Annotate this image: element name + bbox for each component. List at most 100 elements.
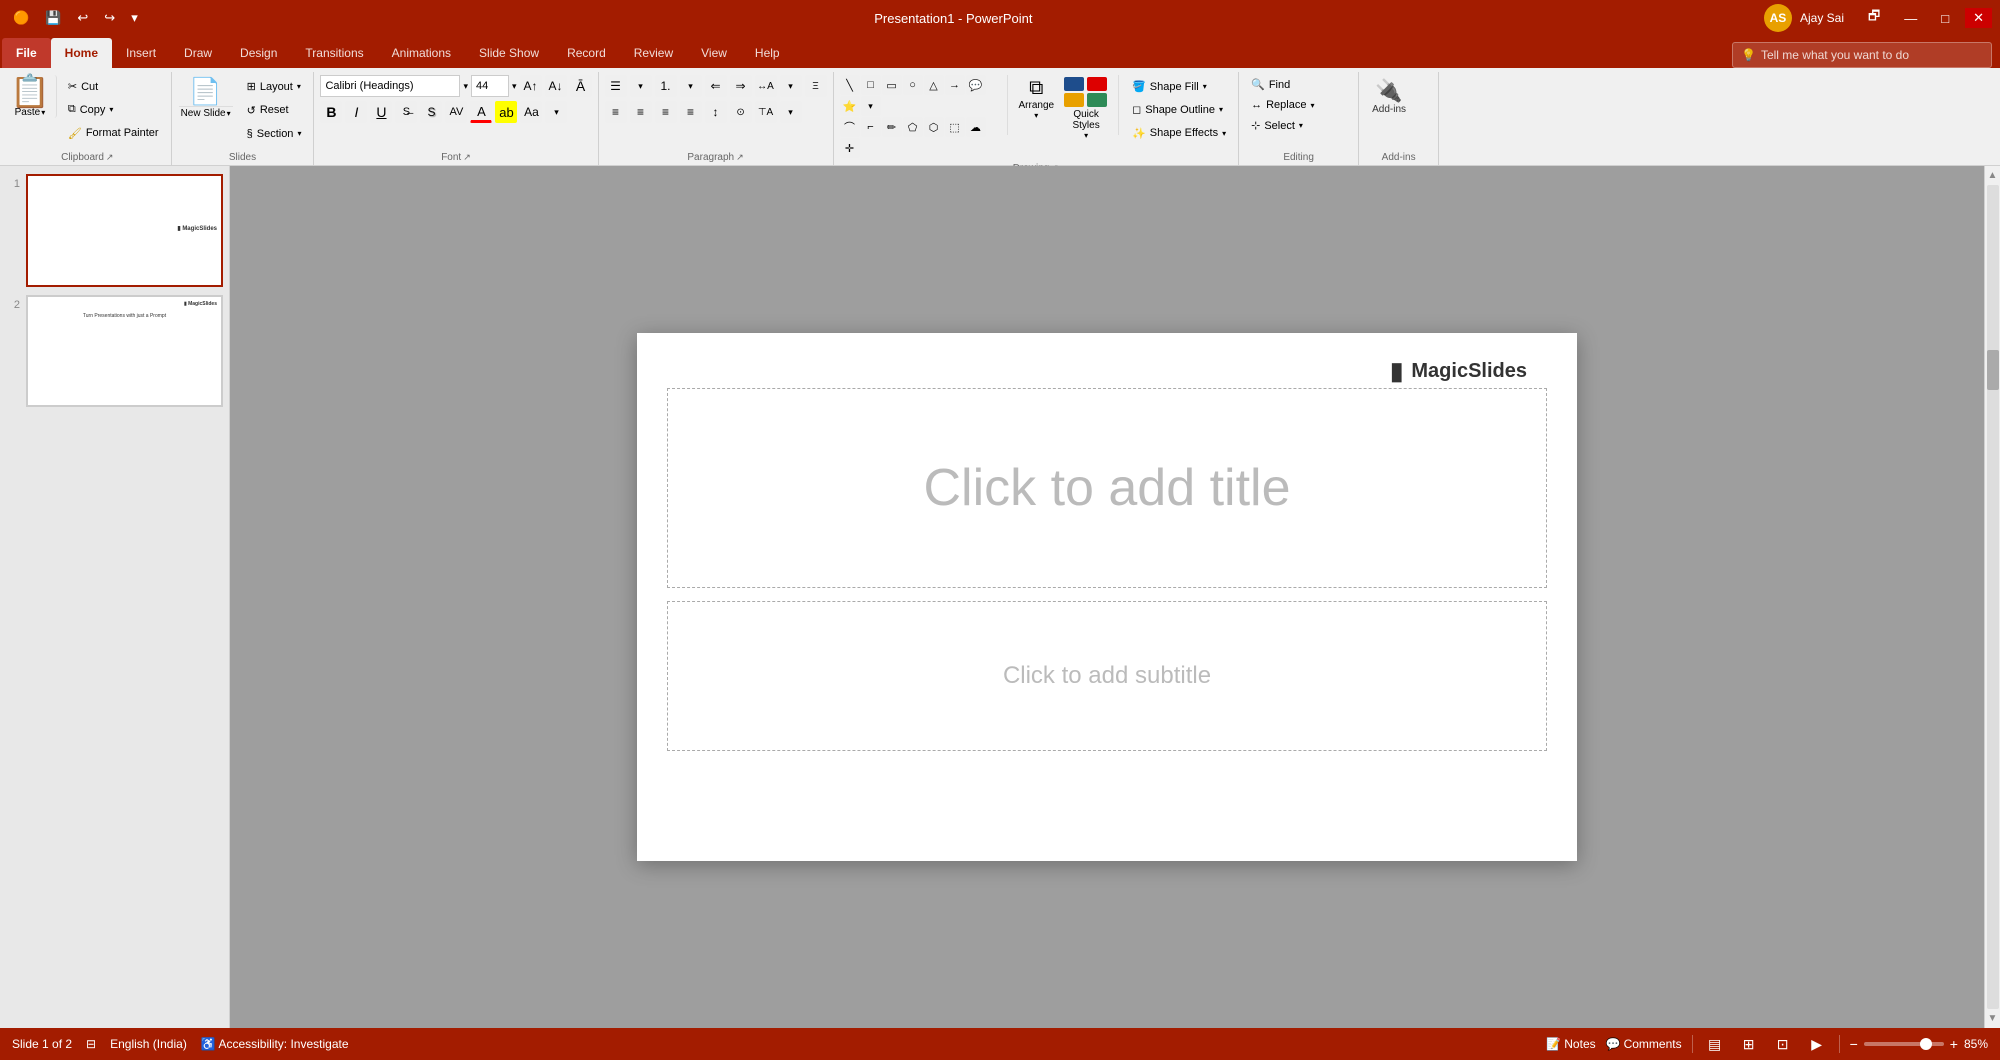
tab-view[interactable]: View	[687, 38, 741, 68]
shape-curve-btn[interactable]: ⌒	[840, 117, 860, 137]
numbering-arrow-icon[interactable]: ▾	[680, 75, 702, 97]
shape-cloud-btn[interactable]: ☁	[966, 117, 986, 137]
find-button[interactable]: 🔍 Find	[1245, 75, 1296, 94]
slide-canvas[interactable]: ▮ MagicSlides Click to add title Click t…	[637, 333, 1577, 861]
shape-outline-button[interactable]: ◻ Shape Outline ▾	[1126, 100, 1232, 119]
shape-star-btn[interactable]: ⭐	[840, 96, 860, 116]
tab-animations[interactable]: Animations	[378, 38, 465, 68]
increase-font-size-button[interactable]: A↑	[520, 75, 542, 97]
arrange-button[interactable]: ⧉ Arrange ▾	[1015, 75, 1059, 122]
reset-button[interactable]: ↺ Reset	[241, 101, 308, 120]
add-ins-button[interactable]: 🔌 Add-ins	[1365, 75, 1413, 121]
align-center-button[interactable]: ≡	[630, 101, 652, 123]
italic-button[interactable]: I	[345, 101, 367, 123]
shape-freeform-btn[interactable]: ✏	[882, 117, 902, 137]
font-color-arrow-icon[interactable]: ▾	[545, 101, 567, 123]
shape-rect-btn[interactable]: □	[861, 75, 881, 95]
line-spacing-button[interactable]: ↕	[705, 101, 727, 123]
new-slide-button[interactable]: 📄 New Slide ▾	[178, 75, 234, 121]
zoom-out-button[interactable]: −	[1850, 1036, 1858, 1052]
font-color-button[interactable]: A	[470, 101, 492, 123]
shape-pentagon-btn[interactable]: ⬠	[903, 117, 923, 137]
align-left-button[interactable]: ≡	[605, 101, 627, 123]
font-name-input[interactable]	[320, 75, 460, 97]
shape-cube-btn[interactable]: ⬚	[945, 117, 965, 137]
font-expand-icon[interactable]: ↗	[463, 152, 471, 163]
tab-insert[interactable]: Insert	[112, 38, 170, 68]
scrollbar-track[interactable]	[1987, 185, 1999, 1009]
zoom-in-button[interactable]: +	[1950, 1036, 1958, 1052]
clipboard-expand-icon[interactable]: ↗	[106, 152, 114, 163]
format-painter-button[interactable]: 🖌 Format Painter	[62, 124, 165, 143]
tab-transitions[interactable]: Transitions	[291, 38, 377, 68]
tab-file[interactable]: File	[2, 38, 51, 68]
layout-button[interactable]: ⊞ Layout ▾	[241, 77, 308, 96]
paragraph-expand-icon[interactable]: ↗	[736, 152, 744, 163]
bullets-arrow-icon[interactable]: ▾	[630, 75, 652, 97]
slide-thumb-1[interactable]: 1 ▮ MagicSlides	[6, 174, 223, 287]
notes-button[interactable]: 📝 Notes	[1546, 1037, 1595, 1051]
text-direction-button[interactable]: ↔A	[755, 75, 777, 97]
bullets-button[interactable]: ☰	[605, 75, 627, 97]
increase-indent-button[interactable]: ⇒	[730, 75, 752, 97]
customize-qat-btn[interactable]: ▾	[126, 8, 143, 28]
align-text-button[interactable]: ⊤A	[755, 101, 777, 123]
shape-effects-button[interactable]: ✨ Shape Effects ▾	[1126, 124, 1232, 143]
shape-round-rect-btn[interactable]: ▭	[882, 75, 902, 95]
normal-view-button[interactable]: ▤	[1703, 1032, 1727, 1056]
tab-slide-show[interactable]: Slide Show	[465, 38, 553, 68]
tab-home[interactable]: Home	[51, 38, 112, 68]
shape-fill-button[interactable]: 🪣 Shape Fill ▾	[1126, 77, 1232, 96]
undo-btn[interactable]: ↩	[72, 8, 93, 28]
numbering-button[interactable]: 1.	[655, 75, 677, 97]
slide-panel-icon[interactable]: ⊟	[86, 1037, 96, 1051]
cut-button[interactable]: ✂ Cut	[62, 77, 165, 96]
slide-sorter-button[interactable]: ⊞	[1737, 1032, 1761, 1056]
shape-arrow-btn[interactable]: →	[945, 75, 965, 95]
tab-design[interactable]: Design	[226, 38, 291, 68]
tab-record[interactable]: Record	[553, 38, 620, 68]
shape-oval-btn[interactable]: ○	[903, 75, 923, 95]
shape-triangle-btn[interactable]: △	[924, 75, 944, 95]
scroll-up-icon[interactable]: ▲	[1986, 168, 2000, 183]
text-shadow-button[interactable]: S	[420, 101, 442, 123]
decrease-font-size-button[interactable]: A↓	[545, 75, 567, 97]
convert-smartart-button[interactable]: ⊙	[730, 101, 752, 123]
tab-help[interactable]: Help	[741, 38, 794, 68]
shape-callout-btn[interactable]: 💬	[966, 75, 986, 95]
replace-button[interactable]: ↔ Replace ▾	[1245, 96, 1320, 114]
maximize-btn[interactable]: □	[1933, 9, 1957, 28]
shape-hex-btn[interactable]: ⬡	[924, 117, 944, 137]
text-direction-arrow-icon[interactable]: ▾	[780, 75, 802, 97]
close-btn[interactable]: ✕	[1965, 8, 1992, 28]
shape-conn-btn[interactable]: ⌐	[861, 117, 881, 137]
text-highlight-button[interactable]: ab	[495, 101, 517, 123]
scrollbar-thumb[interactable]	[1987, 350, 1999, 390]
copy-button[interactable]: ⧉ Copy ▾	[62, 100, 165, 119]
user-avatar[interactable]: AS	[1764, 4, 1792, 32]
title-placeholder[interactable]: Click to add title	[667, 388, 1547, 588]
slide-thumbnail-2[interactable]: ▮ MagicSlides Turn Presentations with ju…	[26, 295, 223, 408]
shape-line-btn[interactable]: ╲	[840, 75, 860, 95]
slide-show-button[interactable]: ▶	[1805, 1032, 1829, 1056]
justify-button[interactable]: ≡	[680, 101, 702, 123]
clear-formatting-button[interactable]: Ā	[570, 75, 592, 97]
decrease-indent-button[interactable]: ⇐	[705, 75, 727, 97]
bold-button[interactable]: B	[320, 101, 342, 123]
redo-btn[interactable]: ↪	[99, 8, 120, 28]
char-spacing-button[interactable]: AV	[445, 101, 467, 123]
minimize-btn[interactable]: —	[1896, 9, 1925, 28]
shape-cross-btn[interactable]: ✛	[840, 138, 860, 158]
subtitle-placeholder[interactable]: Click to add subtitle	[667, 601, 1547, 751]
strikethrough-button[interactable]: S̶	[395, 101, 417, 123]
font-size-case-button[interactable]: Aa	[520, 101, 542, 123]
save-btn[interactable]: 💾	[40, 8, 66, 28]
comments-button[interactable]: 💬 Comments	[1606, 1037, 1682, 1051]
slide-thumbnail-1[interactable]: ▮ MagicSlides	[26, 174, 223, 287]
powerpoint-icon-btn[interactable]: 🟠	[8, 8, 34, 28]
tab-draw[interactable]: Draw	[170, 38, 226, 68]
reading-view-button[interactable]: ⊡	[1771, 1032, 1795, 1056]
paste-button[interactable]: 📋 Paste ▾	[10, 75, 57, 118]
select-button[interactable]: ⊹ Select ▾	[1245, 116, 1309, 135]
zoom-slider[interactable]	[1864, 1042, 1944, 1046]
